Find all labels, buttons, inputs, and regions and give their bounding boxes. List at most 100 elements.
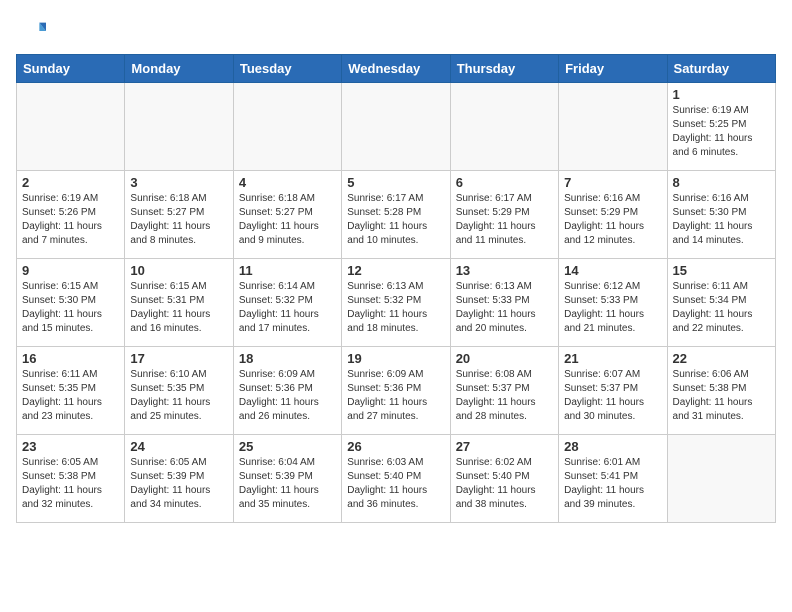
- day-number: 11: [239, 263, 336, 278]
- day-cell: 1 Sunrise: 6:19 AM Sunset: 5:25 PM Daylig…: [667, 83, 775, 171]
- day-number: 23: [22, 439, 119, 454]
- day-number: 21: [564, 351, 661, 366]
- day-cell: 3Sunrise: 6:18 AM Sunset: 5:27 PM Daylig…: [125, 171, 233, 259]
- day-number: 18: [239, 351, 336, 366]
- week-row-0: 1 Sunrise: 6:19 AM Sunset: 5:25 PM Daylig…: [17, 83, 776, 171]
- day-cell: 26 Sunrise: 6:03 AM Sunset: 5:40 PM Dayli…: [342, 435, 450, 523]
- calendar-table: SundayMondayTuesdayWednesdayThursdayFrid…: [16, 54, 776, 523]
- day-info: Sunrise: 6:06 AM Sunset: 5:38 PM Dayligh…: [673, 368, 770, 424]
- day-number: 22: [673, 351, 770, 366]
- day-number: 25: [239, 439, 336, 454]
- day-info: Sunrise: 6:15 AM Sunset: 5:31 PM Dayligh…: [130, 280, 227, 336]
- day-cell: [342, 83, 450, 171]
- day-info: Sunrise: 6:19 AM Sunset: 5:26 PM Dayligh…: [22, 192, 119, 248]
- day-cell: 23 Sunrise: 6:05 AM Sunset: 5:38 PM Dayli…: [17, 435, 125, 523]
- day-cell: 21Sunrise: 6:07 AM Sunset: 5:37 PM Dayli…: [559, 347, 667, 435]
- weekday-saturday: Saturday: [667, 55, 775, 83]
- day-cell: 16 Sunrise: 6:11 AM Sunset: 5:35 PM Dayli…: [17, 347, 125, 435]
- day-number: 5: [347, 175, 444, 190]
- day-cell: [559, 83, 667, 171]
- day-number: 15: [673, 263, 770, 278]
- day-number: 4: [239, 175, 336, 190]
- day-info: Sunrise: 6:08 AM Sunset: 5:37 PM Dayligh…: [456, 368, 553, 424]
- day-cell: 6 Sunrise: 6:17 AM Sunset: 5:29 PM Daylig…: [450, 171, 558, 259]
- day-info: Sunrise: 6:05 AM Sunset: 5:38 PM Dayligh…: [22, 456, 119, 512]
- day-cell: 17 Sunrise: 6:10 AM Sunset: 5:35 PM Dayli…: [125, 347, 233, 435]
- day-number: 26: [347, 439, 444, 454]
- weekday-tuesday: Tuesday: [233, 55, 341, 83]
- day-cell: 24Sunrise: 6:05 AM Sunset: 5:39 PM Dayli…: [125, 435, 233, 523]
- day-cell: 27 Sunrise: 6:02 AM Sunset: 5:40 PM Dayli…: [450, 435, 558, 523]
- day-info: Sunrise: 6:17 AM Sunset: 5:28 PM Dayligh…: [347, 192, 444, 248]
- day-info: Sunrise: 6:13 AM Sunset: 5:32 PM Dayligh…: [347, 280, 444, 336]
- day-info: Sunrise: 6:17 AM Sunset: 5:29 PM Dayligh…: [456, 192, 553, 248]
- day-cell: 7 Sunrise: 6:16 AM Sunset: 5:29 PM Daylig…: [559, 171, 667, 259]
- day-number: 8: [673, 175, 770, 190]
- calendar-body: 1 Sunrise: 6:19 AM Sunset: 5:25 PM Daylig…: [17, 83, 776, 523]
- day-cell: 5 Sunrise: 6:17 AM Sunset: 5:28 PM Daylig…: [342, 171, 450, 259]
- week-row-2: 9 Sunrise: 6:15 AM Sunset: 5:30 PM Daylig…: [17, 259, 776, 347]
- day-cell: 9 Sunrise: 6:15 AM Sunset: 5:30 PM Daylig…: [17, 259, 125, 347]
- day-info: Sunrise: 6:11 AM Sunset: 5:35 PM Dayligh…: [22, 368, 119, 424]
- day-number: 16: [22, 351, 119, 366]
- day-cell: 25 Sunrise: 6:04 AM Sunset: 5:39 PM Dayli…: [233, 435, 341, 523]
- day-number: 12: [347, 263, 444, 278]
- day-info: Sunrise: 6:11 AM Sunset: 5:34 PM Dayligh…: [673, 280, 770, 336]
- day-cell: 13 Sunrise: 6:13 AM Sunset: 5:33 PM Dayli…: [450, 259, 558, 347]
- day-info: Sunrise: 6:16 AM Sunset: 5:29 PM Dayligh…: [564, 192, 661, 248]
- day-number: 7: [564, 175, 661, 190]
- logo: [16, 16, 50, 46]
- day-number: 20: [456, 351, 553, 366]
- day-number: 14: [564, 263, 661, 278]
- day-info: Sunrise: 6:16 AM Sunset: 5:30 PM Dayligh…: [673, 192, 770, 248]
- day-cell: [125, 83, 233, 171]
- day-info: Sunrise: 6:04 AM Sunset: 5:39 PM Dayligh…: [239, 456, 336, 512]
- day-cell: 11 Sunrise: 6:14 AM Sunset: 5:32 PM Dayli…: [233, 259, 341, 347]
- weekday-thursday: Thursday: [450, 55, 558, 83]
- day-cell: 10 Sunrise: 6:15 AM Sunset: 5:31 PM Dayli…: [125, 259, 233, 347]
- day-info: Sunrise: 6:13 AM Sunset: 5:33 PM Dayligh…: [456, 280, 553, 336]
- day-cell: 8 Sunrise: 6:16 AM Sunset: 5:30 PM Daylig…: [667, 171, 775, 259]
- page-header: [16, 16, 776, 46]
- week-row-1: 2 Sunrise: 6:19 AM Sunset: 5:26 PM Daylig…: [17, 171, 776, 259]
- day-info: Sunrise: 6:02 AM Sunset: 5:40 PM Dayligh…: [456, 456, 553, 512]
- weekday-monday: Monday: [125, 55, 233, 83]
- day-info: Sunrise: 6:03 AM Sunset: 5:40 PM Dayligh…: [347, 456, 444, 512]
- day-cell: [667, 435, 775, 523]
- logo-icon: [16, 16, 46, 46]
- weekday-wednesday: Wednesday: [342, 55, 450, 83]
- weekday-sunday: Sunday: [17, 55, 125, 83]
- day-number: 27: [456, 439, 553, 454]
- day-info: Sunrise: 6:09 AM Sunset: 5:36 PM Dayligh…: [347, 368, 444, 424]
- day-info: Sunrise: 6:09 AM Sunset: 5:36 PM Dayligh…: [239, 368, 336, 424]
- weekday-header-row: SundayMondayTuesdayWednesdayThursdayFrid…: [17, 55, 776, 83]
- day-cell: 14 Sunrise: 6:12 AM Sunset: 5:33 PM Dayli…: [559, 259, 667, 347]
- day-info: Sunrise: 6:01 AM Sunset: 5:41 PM Dayligh…: [564, 456, 661, 512]
- day-number: 9: [22, 263, 119, 278]
- week-row-3: 16 Sunrise: 6:11 AM Sunset: 5:35 PM Dayli…: [17, 347, 776, 435]
- day-info: Sunrise: 6:19 AM Sunset: 5:25 PM Dayligh…: [673, 104, 770, 160]
- day-info: Sunrise: 6:10 AM Sunset: 5:35 PM Dayligh…: [130, 368, 227, 424]
- day-info: Sunrise: 6:18 AM Sunset: 5:27 PM Dayligh…: [239, 192, 336, 248]
- day-number: 10: [130, 263, 227, 278]
- day-info: Sunrise: 6:12 AM Sunset: 5:33 PM Dayligh…: [564, 280, 661, 336]
- day-number: 24: [130, 439, 227, 454]
- weekday-friday: Friday: [559, 55, 667, 83]
- day-cell: [233, 83, 341, 171]
- day-number: 3: [130, 175, 227, 190]
- day-number: 6: [456, 175, 553, 190]
- day-cell: [450, 83, 558, 171]
- day-cell: 15 Sunrise: 6:11 AM Sunset: 5:34 PM Dayli…: [667, 259, 775, 347]
- day-cell: 22 Sunrise: 6:06 AM Sunset: 5:38 PM Dayli…: [667, 347, 775, 435]
- day-number: 2: [22, 175, 119, 190]
- week-row-4: 23 Sunrise: 6:05 AM Sunset: 5:38 PM Dayli…: [17, 435, 776, 523]
- day-cell: 28 Sunrise: 6:01 AM Sunset: 5:41 PM Dayli…: [559, 435, 667, 523]
- day-number: 13: [456, 263, 553, 278]
- day-number: 1: [673, 87, 770, 102]
- day-cell: 2 Sunrise: 6:19 AM Sunset: 5:26 PM Daylig…: [17, 171, 125, 259]
- day-number: 17: [130, 351, 227, 366]
- day-cell: [17, 83, 125, 171]
- day-info: Sunrise: 6:15 AM Sunset: 5:30 PM Dayligh…: [22, 280, 119, 336]
- day-number: 28: [564, 439, 661, 454]
- day-info: Sunrise: 6:14 AM Sunset: 5:32 PM Dayligh…: [239, 280, 336, 336]
